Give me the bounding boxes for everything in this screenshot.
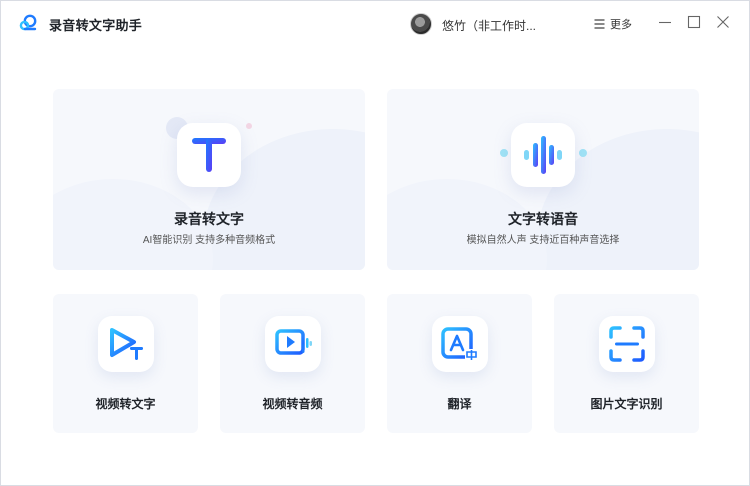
maximize-icon[interactable] bbox=[687, 15, 701, 29]
app-title: 录音转文字助手 bbox=[49, 18, 143, 33]
translate-card[interactable]: 翻译 bbox=[387, 294, 532, 433]
video-to-text-title: 视频转文字 bbox=[95, 397, 156, 411]
sound-wave-icon bbox=[524, 136, 562, 174]
cloud-logo-icon bbox=[19, 14, 37, 31]
text-to-speech-card[interactable]: 文字转语音 模拟自然人声 支持近百种声音选择 bbox=[387, 89, 699, 270]
video-to-text-card[interactable]: 视频转文字 bbox=[53, 294, 198, 433]
speech-to-text-title: 录音转文字 bbox=[174, 211, 244, 227]
text-to-speech-icon-box bbox=[511, 123, 575, 187]
translate-icon-box bbox=[432, 316, 488, 372]
more-label: 更多 bbox=[610, 19, 632, 31]
video-to-audio-icon-box bbox=[265, 316, 321, 372]
video-text-icon bbox=[110, 328, 143, 360]
speech-to-text-icon-box bbox=[177, 123, 241, 187]
video-to-audio-title: 视频转音频 bbox=[262, 397, 323, 411]
app-window: 录音转文字助手 悠竹（非工作时... 更多 录音转文字 AI智能识别 支持多种音… bbox=[0, 0, 750, 486]
avatar[interactable] bbox=[410, 13, 432, 35]
minimize-icon[interactable] bbox=[658, 15, 672, 29]
translate-icon bbox=[441, 327, 478, 361]
video-audio-icon bbox=[275, 329, 312, 355]
text-to-speech-title: 文字转语音 bbox=[508, 211, 578, 227]
video-to-audio-card[interactable]: 视频转音频 bbox=[220, 294, 365, 433]
image-ocr-title: 图片文字识别 bbox=[590, 397, 663, 411]
speech-to-text-card[interactable]: 录音转文字 AI智能识别 支持多种音频格式 bbox=[53, 89, 365, 270]
image-ocr-card[interactable]: 图片文字识别 bbox=[554, 294, 699, 433]
decor-dot bbox=[579, 149, 587, 157]
letter-t-icon bbox=[192, 138, 226, 172]
text-to-speech-subtitle: 模拟自然人声 支持近百种声音选择 bbox=[466, 235, 620, 246]
decor-dot bbox=[246, 123, 252, 129]
close-icon[interactable] bbox=[716, 15, 730, 29]
user-name[interactable]: 悠竹（非工作时... bbox=[442, 17, 536, 34]
translate-title: 翻译 bbox=[447, 397, 472, 411]
image-ocr-icon-box bbox=[599, 316, 655, 372]
menu-lines-icon bbox=[594, 19, 605, 29]
video-to-text-icon-box bbox=[98, 316, 154, 372]
speech-to-text-subtitle: AI智能识别 支持多种音频格式 bbox=[142, 235, 276, 246]
decor-dot bbox=[500, 149, 508, 157]
title-bar: 录音转文字助手 悠竹（非工作时... 更多 bbox=[1, 1, 749, 45]
scan-icon bbox=[609, 326, 645, 362]
more-button[interactable]: 更多 bbox=[594, 16, 632, 32]
